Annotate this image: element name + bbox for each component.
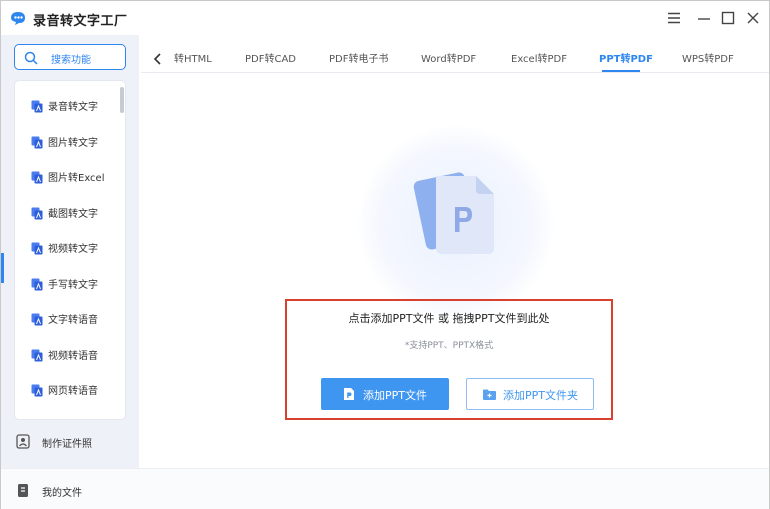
translate-icon (31, 205, 43, 220)
sidebar-item-label: 视频转文字 (48, 244, 98, 255)
sidebar-item-label: 网页转语音 (48, 386, 98, 397)
active-tab-indicator (602, 70, 640, 72)
translate-icon (31, 276, 43, 291)
add-folder-label: 添加PPT文件夹 (503, 389, 578, 402)
close-icon[interactable] (745, 10, 761, 26)
ppt-file-icon (406, 164, 506, 264)
add-file-button[interactable]: 添加PPT文件 (321, 378, 449, 410)
app-window: 录音转文字工厂 搜索功能 录音转文字 图片转文字 图片转Excel 截图转文字 … (0, 0, 770, 509)
sidebar-item-image-to-text[interactable]: 图片转文字 (15, 126, 119, 156)
sidebar: 搜索功能 录音转文字 图片转文字 图片转Excel 截图转文字 视频转文字 手写… (1, 35, 139, 509)
app-title: 录音转文字工厂 (33, 14, 128, 29)
tab-pdf-to-ebook[interactable]: PDF转电子书 (329, 50, 388, 65)
function-list: 录音转文字 图片转文字 图片转Excel 截图转文字 视频转文字 手写转文字 文… (14, 80, 126, 420)
tab-to-html[interactable]: 转HTML (174, 50, 212, 65)
sidebar-item-label: 视频转语音 (48, 351, 98, 362)
tab-excel-to-pdf[interactable]: Excel转PDF (511, 50, 567, 65)
tab-pdf-to-cad[interactable]: PDF转CAD (245, 50, 296, 65)
sidebar-item-label: 制作证件照 (42, 439, 92, 450)
tab-ppt-to-pdf[interactable]: PPT转PDF (599, 50, 653, 65)
maximize-icon[interactable] (720, 10, 736, 26)
drop-zone-title: 点击添加PPT文件 或 拖拽PPT文件到此处 (348, 312, 550, 325)
file-drop-zone[interactable]: 点击添加PPT文件 或 拖拽PPT文件到此处 *支持PPT、PPTX格式 添加P… (285, 299, 613, 420)
sidebar-item-image-to-excel[interactable]: 图片转Excel (15, 161, 119, 191)
add-file-label: 添加PPT文件 (363, 389, 427, 402)
sidebar-item-label: 录音转文字 (48, 102, 98, 113)
translate-icon (31, 240, 43, 255)
supported-formats-hint: *支持PPT、PPTX格式 (404, 341, 494, 351)
sidebar-scrollbar[interactable] (120, 87, 124, 113)
folder-add-icon (482, 388, 497, 404)
sidebar-item-handwriting-to-text[interactable]: 手写转文字 (15, 268, 119, 298)
sidebar-item-label: 文字转语音 (48, 315, 98, 326)
sidebar-item-audio-to-text[interactable]: 录音转文字 (15, 90, 119, 120)
my-files-label: 我的文件 (42, 488, 82, 499)
sidebar-active-marker (1, 253, 4, 283)
my-files-bar: 我的文件 (1, 468, 769, 509)
sidebar-item-webpage-to-speech[interactable]: 网页转语音 (15, 374, 119, 404)
sidebar-item-label: 截图转文字 (48, 209, 98, 220)
sidebar-item-label: 手写转文字 (48, 280, 98, 291)
tab-word-to-pdf[interactable]: Word转PDF (421, 50, 476, 65)
search-icon (24, 50, 38, 69)
sidebar-item-screenshot-to-text[interactable]: 截图转文字 (15, 197, 119, 227)
my-files-button[interactable]: 我的文件 (16, 481, 136, 501)
translate-icon (31, 98, 43, 113)
search-label: 搜索功能 (51, 55, 91, 66)
sidebar-item-label: 图片转文字 (48, 138, 98, 149)
tab-wps-to-pdf[interactable]: WPS转PDF (682, 50, 734, 65)
conversion-tabs: 转HTML PDF转CAD PDF转电子书 Word转PDF Excel转PDF… (141, 39, 769, 73)
user-icon (16, 434, 30, 453)
translate-icon (31, 347, 43, 362)
translate-icon (31, 382, 43, 397)
sidebar-item-video-to-text[interactable]: 视频转文字 (15, 232, 119, 262)
app-logo-icon (9, 10, 27, 26)
ppt-icon (343, 387, 355, 404)
document-icon (16, 483, 30, 502)
search-button[interactable]: 搜索功能 (14, 44, 126, 70)
title-bar: 录音转文字工厂 (1, 1, 769, 35)
translate-icon (31, 311, 43, 326)
sidebar-item-text-to-speech[interactable]: 文字转语音 (15, 303, 119, 333)
minimize-icon[interactable] (696, 10, 712, 26)
chevron-left-icon[interactable] (153, 50, 163, 69)
menu-icon[interactable] (666, 10, 682, 26)
sidebar-item-video-to-speech[interactable]: 视频转语音 (15, 339, 119, 369)
sidebar-item-label: 图片转Excel (48, 173, 105, 184)
add-folder-button[interactable]: 添加PPT文件夹 (466, 378, 594, 410)
sidebar-item-id-photo[interactable]: 制作证件照 (16, 432, 136, 452)
translate-icon (31, 134, 43, 149)
translate-icon (31, 169, 43, 184)
